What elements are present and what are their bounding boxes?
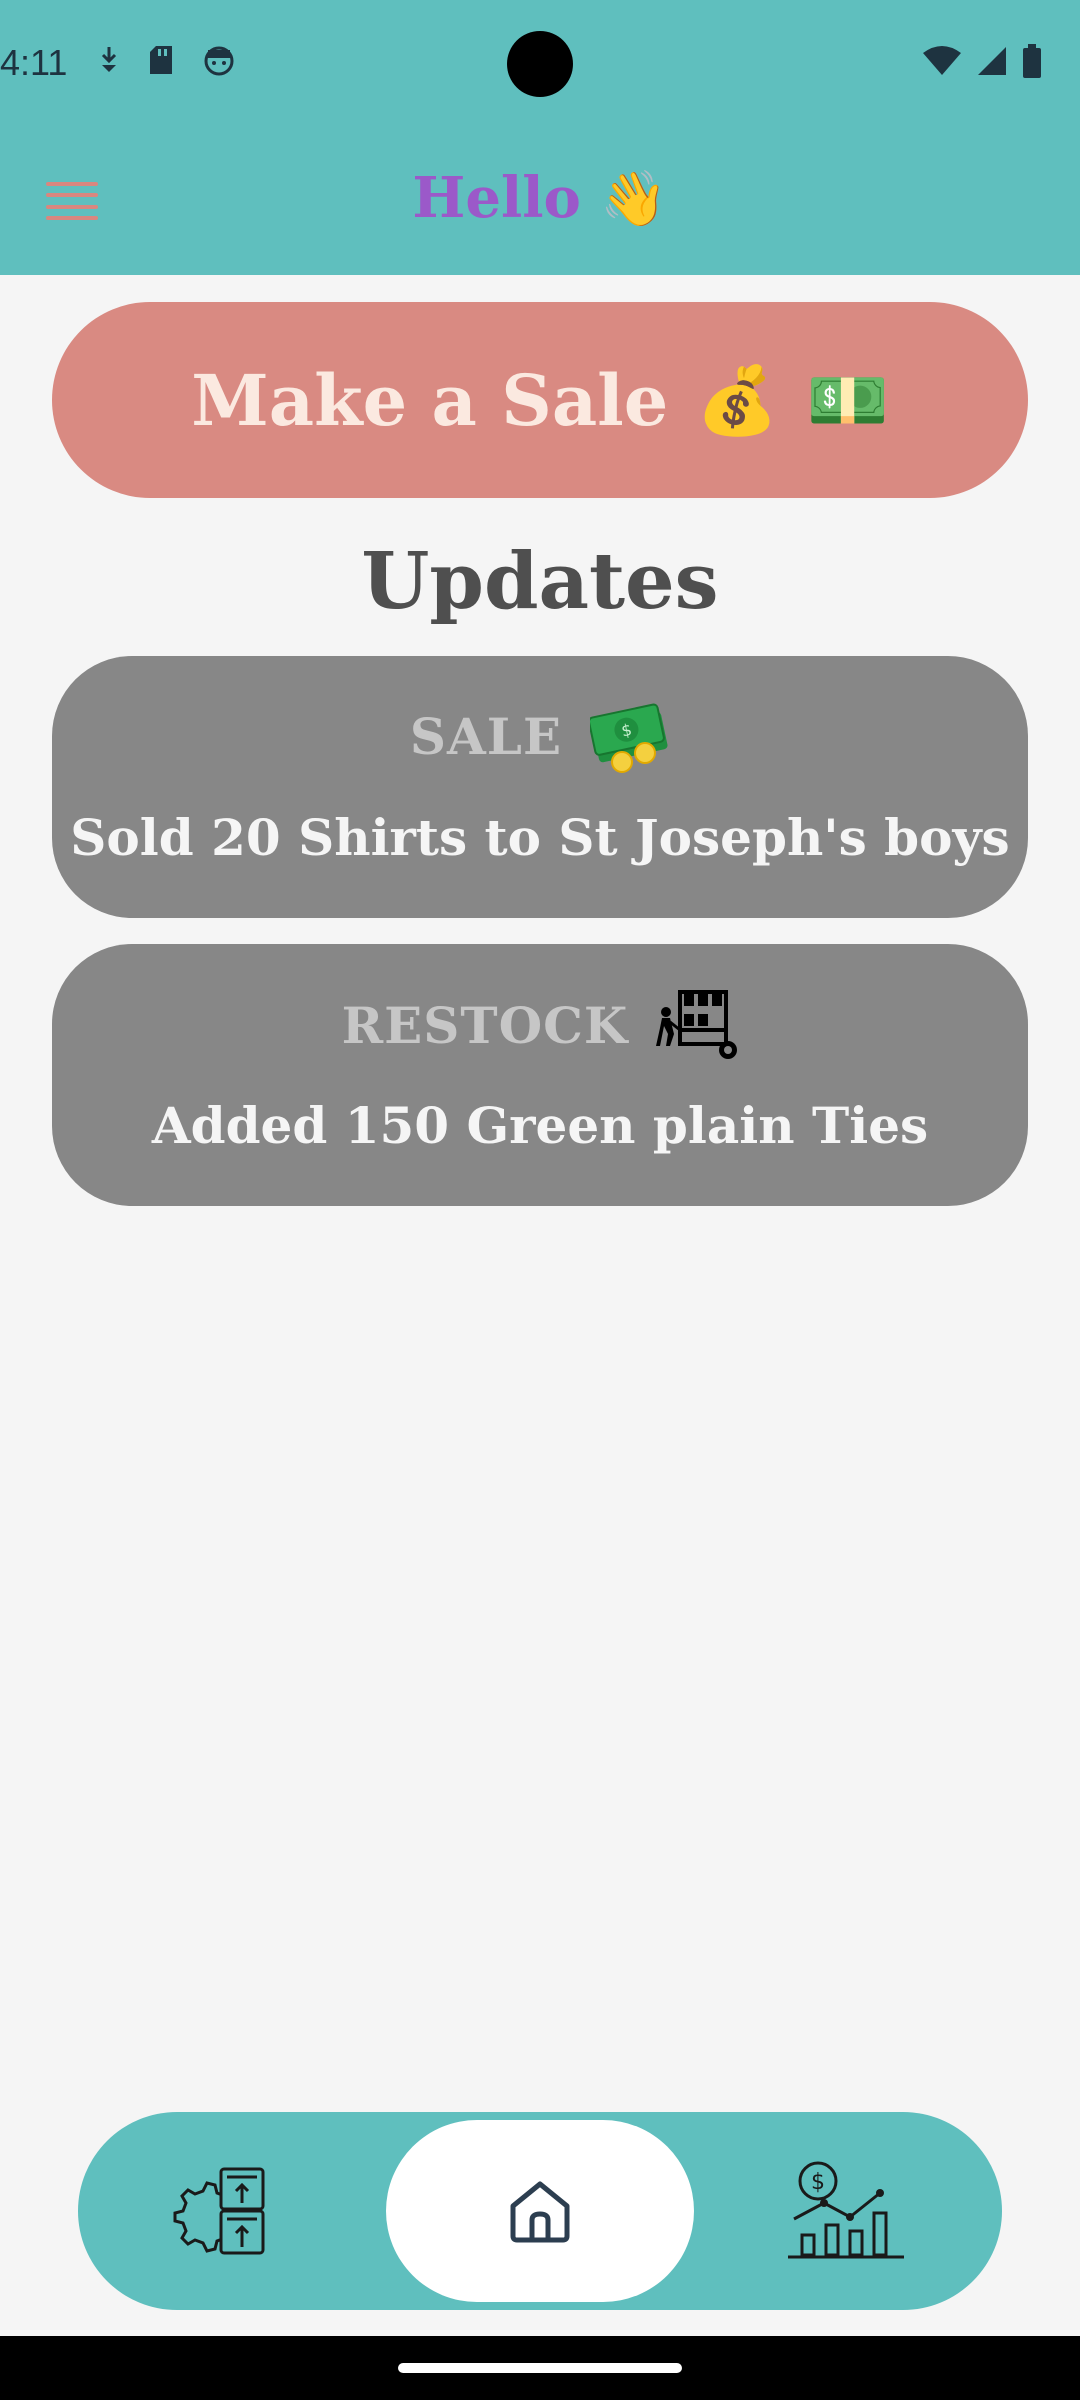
update-type-label: RESTOCK [341,995,629,1055]
make-a-sale-button[interactable]: Make a Sale 💰 💵 [52,302,1028,498]
update-card-sale[interactable]: SALE $ Sold 20 Shirts to St Joseph's boy… [52,656,1028,918]
make-a-sale-label: Make a Sale [191,358,669,442]
greeting-title: Hello 👋 [0,165,1080,231]
bottom-navigation-bar: $ [78,2112,1002,2310]
home-icon [510,2181,570,2243]
waving-hand-icon: 👋 [600,166,668,230]
dollar-bill-icon: 💵 [806,360,889,439]
sales-chart-icon: $ [788,2161,904,2259]
signal-icon [978,47,1006,75]
front-camera-cutout [507,31,573,97]
nav-statistics-button[interactable]: $ [784,2152,908,2270]
download-icon [101,47,117,72]
greeting-text: Hello [412,165,581,231]
svg-text:$: $ [811,2170,825,2195]
sd-card-icon [150,46,172,74]
update-card-restock[interactable]: RESTOCK Added 150 Green plain Ties [52,944,1028,1206]
battery-icon [1023,44,1041,78]
status-system-icons [922,44,1042,78]
android-face-icon [204,46,234,76]
update-description: Added 150 Green plain Ties [151,1096,929,1155]
update-type-label: SALE [409,706,563,766]
status-notification-icons [98,44,236,76]
cash-coins-icon: $ [590,703,668,773]
update-description: Sold 20 Shirts to St Joseph's boys [70,808,1010,867]
warehouse-trolley-icon [656,990,738,1059]
money-bag-icon: 💰 [696,360,779,439]
nav-inventory-button[interactable] [168,2156,278,2266]
home-gesture-bar[interactable] [398,2363,682,2373]
updates-heading: Updates [361,536,719,627]
app-screen: 4:11 Hello 👋 Make a Sale 💰 💵 Updates SAL… [0,0,1080,2400]
status-time: 4:11 [0,42,68,83]
wifi-icon [923,46,961,75]
inventory-settings-icon [173,2167,265,2255]
app-header: 4:11 Hello 👋 [0,0,1080,275]
nav-home-button[interactable] [386,2120,694,2302]
